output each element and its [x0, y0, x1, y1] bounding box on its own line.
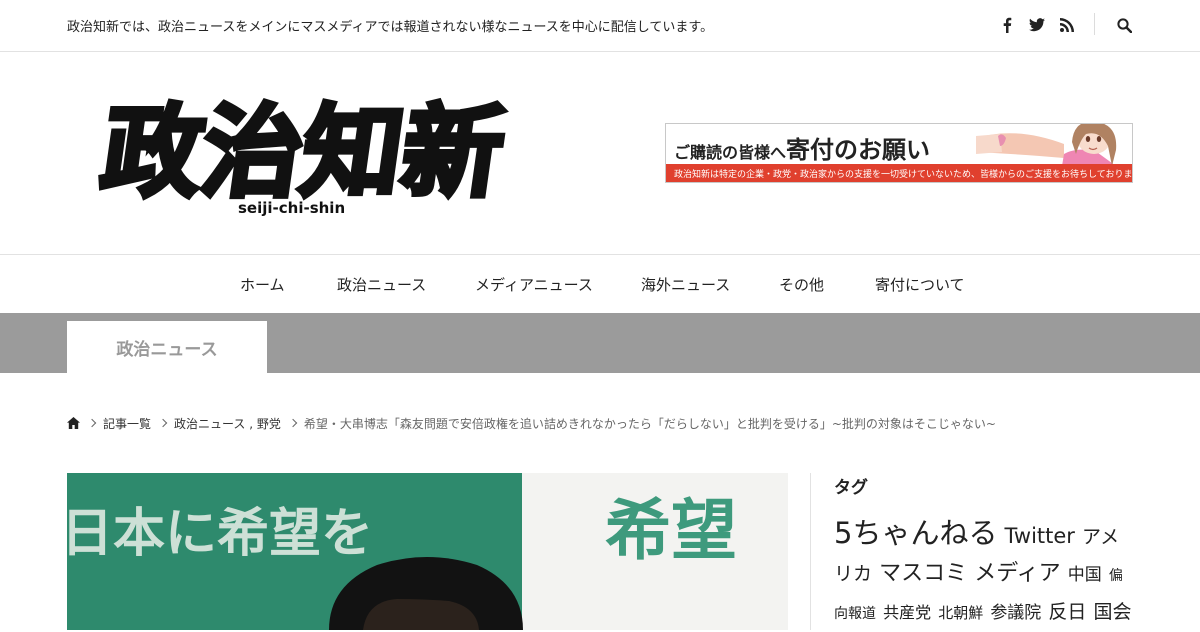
- nav-home[interactable]: ホーム: [240, 274, 285, 295]
- chevron-right-icon: [87, 418, 97, 428]
- logo-subtext: seiji-chi-shin: [238, 199, 345, 217]
- tag-link[interactable]: 共産党: [883, 603, 931, 622]
- tag-link[interactable]: 国会: [1094, 601, 1132, 623]
- category-band: 政治ニュース: [0, 313, 1200, 373]
- tag-link[interactable]: 北朝鮮: [938, 604, 983, 622]
- anime-girl-illustration: [976, 124, 1117, 166]
- banner-subtext: 政治知新は特定の企業・政党・政治家からの支援を一切受けていないため、皆様からのご…: [674, 170, 1133, 180]
- topbar-separator: [1094, 13, 1095, 35]
- chevron-right-icon: [288, 418, 298, 428]
- featured-image[interactable]: 日本に希望を 希望: [67, 473, 788, 630]
- breadcrumb-all-articles[interactable]: 記事一覧: [103, 415, 151, 432]
- category-label: 政治ニュース: [116, 339, 218, 360]
- sidebar-title: タグ: [834, 478, 868, 498]
- nav-donation[interactable]: 寄付について: [875, 274, 965, 295]
- tag-link[interactable]: マスコミ: [879, 561, 967, 586]
- sidebar: タグ 5ちゃんねる Twitter アメリカ マスコミ メディア 中国 偏向報道…: [810, 473, 1141, 630]
- site-tagline: 政治知新では、政治ニュースをメインにマスメディアでは報道されない様なニュースを中…: [67, 20, 714, 35]
- category-tab: 政治ニュース: [67, 321, 267, 373]
- tag-cloud: 5ちゃんねる Twitter アメリカ マスコミ メディア 中国 偏向報道 共産…: [834, 515, 1134, 632]
- nav-world-news[interactable]: 海外ニュース: [641, 274, 730, 295]
- rss-icon[interactable]: [1057, 14, 1077, 36]
- tag-link[interactable]: 中国: [1068, 565, 1102, 585]
- tag-link[interactable]: 反日: [1048, 601, 1086, 623]
- backdrop-text-left: 日本に希望を: [67, 503, 373, 564]
- tag-link[interactable]: メディア: [974, 561, 1060, 586]
- banner-heading: ご購読の皆様へ寄付のお願い: [674, 135, 931, 164]
- breadcrumb: 記事一覧 政治ニュース , 野党 希望・大串博志「森友問題で安倍政権を追い詰めき…: [67, 414, 996, 432]
- twitter-icon[interactable]: [1027, 14, 1047, 36]
- site-logo[interactable]: 政治知新 seiji-chi-shin: [92, 87, 514, 217]
- nav-politics-news[interactable]: 政治ニュース: [337, 274, 426, 295]
- global-nav: ホーム 政治ニュース メディアニュース 海外ニュース その他 寄付について: [0, 255, 1200, 313]
- breadcrumb-current: 希望・大串博志「森友問題で安倍政権を追い詰めきれなかったら「だらしない」と批判を…: [303, 416, 996, 431]
- site-header: 政治知新 seiji-chi-shin ご購読の皆様へ寄付のお願い 政治知新は特…: [0, 52, 1200, 255]
- tag-link[interactable]: 参議院: [990, 603, 1041, 623]
- search-icon[interactable]: [1114, 14, 1134, 36]
- top-bar: 政治知新では、政治ニュースをメインにマスメディアでは報道されない様なニュースを中…: [0, 0, 1200, 52]
- chevron-right-icon: [158, 418, 168, 428]
- nav-media-news[interactable]: メディアニュース: [475, 274, 593, 295]
- logo-text: 政治知新: [95, 93, 510, 210]
- nav-other[interactable]: その他: [779, 274, 824, 295]
- backdrop-text-right: 希望: [605, 491, 737, 569]
- facebook-icon[interactable]: [997, 14, 1017, 36]
- breadcrumb-category[interactable]: 政治ニュース , 野党: [174, 415, 281, 432]
- home-icon[interactable]: [67, 417, 80, 429]
- tag-link[interactable]: Twitter: [1005, 524, 1075, 548]
- tag-link[interactable]: 5ちゃんねる: [834, 516, 997, 550]
- donation-banner[interactable]: ご購読の皆様へ寄付のお願い 政治知新は特定の企業・政党・政治家からの支援を一切受…: [665, 123, 1133, 183]
